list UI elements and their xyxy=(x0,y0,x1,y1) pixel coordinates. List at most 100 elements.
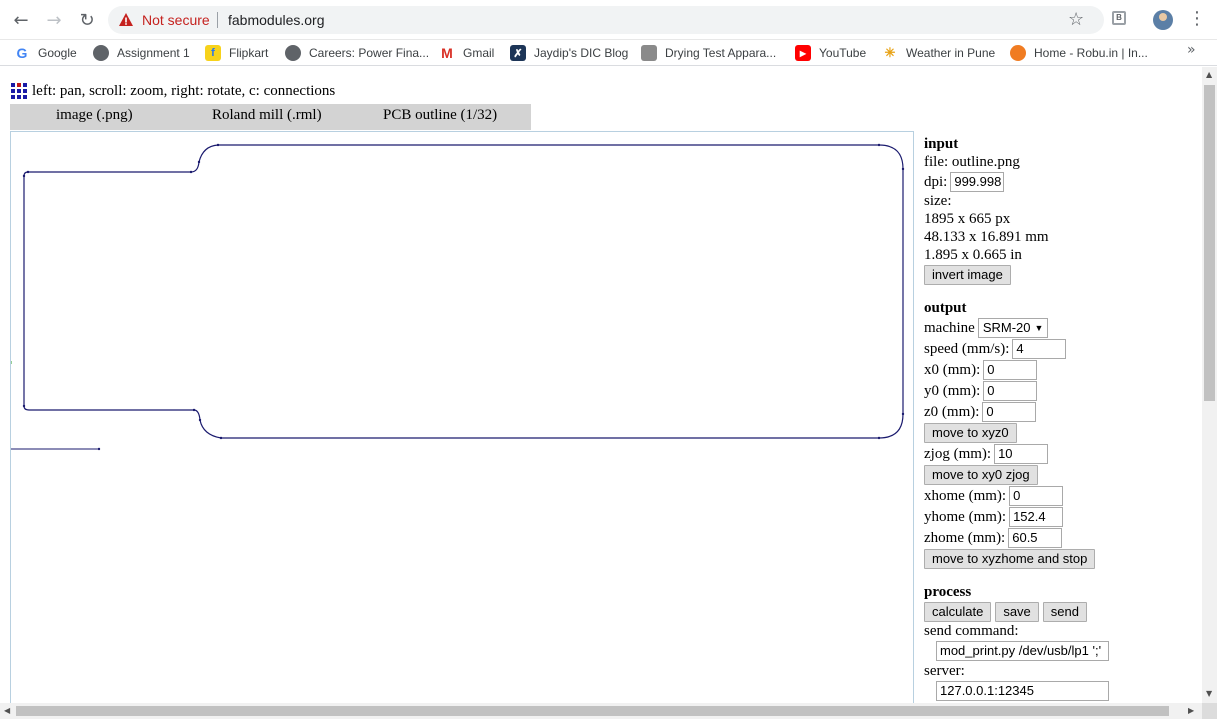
output-heading: output xyxy=(924,300,967,316)
dpi-input[interactable]: 999.998 xyxy=(950,171,1005,192)
size-in: 1.895 x 0.665 in xyxy=(924,247,1022,263)
scroll-right-icon[interactable]: ▶ xyxy=(1188,706,1194,715)
warning-icon xyxy=(119,13,133,26)
machine-select[interactable]: SRM-20 ▼ xyxy=(977,317,1049,338)
z0-row: z0 (mm): 0 xyxy=(924,401,1194,422)
address-bar[interactable]: Not secure fabmodules.org ☆ xyxy=(108,6,1104,34)
reload-icon[interactable]: ↻ xyxy=(75,8,99,32)
not-secure-label[interactable]: Not secure xyxy=(142,12,210,28)
yhome-row: yhome (mm): 152.4 xyxy=(924,506,1194,527)
weather-icon: ✳ xyxy=(884,45,896,60)
bookmark-flipkart[interactable]: f Flipkart xyxy=(205,44,268,62)
tab-pcb-outline[interactable]: PCB outline (1/32) xyxy=(383,107,497,124)
save-button[interactable]: save xyxy=(995,601,1039,622)
bookmark-label: Drying Test Appara... xyxy=(665,46,777,60)
bookmark-blog[interactable]: ✗ Jaydip's DIC Blog xyxy=(510,44,628,62)
vertical-scrollbar[interactable]: ▲ ▼ xyxy=(1202,67,1217,703)
bookmark-careers[interactable]: Careers: Power Fina... xyxy=(285,44,429,62)
send-command-label: send command: xyxy=(924,623,1019,639)
move-to-xyzhome-button[interactable]: move to xyzhome and stop xyxy=(924,548,1096,569)
vertical-scroll-thumb[interactable] xyxy=(1204,85,1215,401)
tab-roland-mill[interactable]: Roland mill (.rml) xyxy=(212,107,322,124)
module-tabs: image (.png) Roland mill (.rml) PCB outl… xyxy=(10,104,531,130)
y0-label: y0 (mm): xyxy=(924,382,981,399)
x0-input[interactable]: 0 xyxy=(983,359,1038,380)
calculate-button[interactable]: calculate xyxy=(924,601,992,622)
forward-arrow-icon[interactable]: → xyxy=(42,8,66,32)
bookmarks-bar: G Google Assignment 1 f Flipkart Careers… xyxy=(0,40,1217,66)
y0-input[interactable]: 0 xyxy=(983,380,1038,401)
yhome-label: yhome (mm): xyxy=(924,508,1007,525)
toolpath-points xyxy=(22,143,905,440)
zjog-row: zjog (mm): 10 xyxy=(924,443,1194,464)
menu-dots-icon[interactable]: ⋮ xyxy=(1188,8,1206,29)
speed-label: speed (mm/s): xyxy=(924,340,1010,357)
bookmark-label: Flipkart xyxy=(229,46,269,60)
horizontal-scroll-thumb[interactable] xyxy=(16,706,1169,716)
size-mm: 48.133 x 16.891 mm xyxy=(924,229,1049,245)
send-command-input[interactable]: mod_print.py /dev/usb/lp1 ';' xyxy=(936,641,1109,661)
back-arrow-icon[interactable]: ← xyxy=(9,8,33,32)
hint-text: left: pan, scroll: zoom, right: rotate, … xyxy=(32,82,336,99)
yhome-input[interactable]: 152.4 xyxy=(1009,506,1064,527)
extension-icon[interactable]: B xyxy=(1112,11,1126,25)
x0-row: x0 (mm): 0 xyxy=(924,359,1194,380)
move-to-xy0-zjog-button[interactable]: move to xy0 zjog xyxy=(924,464,1038,485)
server-label: server: xyxy=(924,663,965,679)
speed-input[interactable]: 4 xyxy=(1012,338,1067,359)
globe-icon xyxy=(93,45,109,61)
separator xyxy=(217,12,218,28)
process-heading: process xyxy=(924,584,972,600)
size-px: 1895 x 665 px xyxy=(924,211,1011,227)
z0-label: z0 (mm): xyxy=(924,403,980,420)
bookmark-label: Home - Robu.in | In... xyxy=(1034,46,1148,60)
horizontal-scrollbar[interactable]: ◀ ▶ xyxy=(0,703,1202,719)
send-button[interactable]: send xyxy=(1042,601,1087,622)
bookmark-label: Assignment 1 xyxy=(117,46,190,60)
blog-icon: ✗ xyxy=(510,45,526,61)
file-name: file: outline.png xyxy=(924,154,1020,170)
bookmark-weather[interactable]: ✳ Weather in Pune xyxy=(882,44,996,62)
zhome-label: zhome (mm): xyxy=(924,529,1006,546)
zhome-row: zhome (mm): 60.5 xyxy=(924,527,1194,548)
bookmark-label: Gmail xyxy=(463,46,495,60)
bookmark-assignment[interactable]: Assignment 1 xyxy=(93,44,190,62)
z0-input[interactable]: 0 xyxy=(982,401,1037,422)
zjog-input[interactable]: 10 xyxy=(994,443,1049,464)
move-to-xyz0-button[interactable]: move to xyz0 xyxy=(924,422,1017,443)
xhome-input[interactable]: 0 xyxy=(1009,485,1064,506)
controls-hint: left: pan, scroll: zoom, right: rotate, … xyxy=(10,81,335,101)
dropdown-arrow-icon: ▼ xyxy=(1034,322,1044,333)
url-text[interactable]: fabmodules.org xyxy=(228,12,325,28)
y0-row: y0 (mm): 0 xyxy=(924,380,1194,401)
tab-image[interactable]: image (.png) xyxy=(56,107,133,124)
robu-icon xyxy=(1010,45,1026,61)
bookmark-label: Jaydip's DIC Blog xyxy=(534,46,629,60)
invert-image-button[interactable]: invert image xyxy=(924,264,1011,285)
bookmark-label: YouTube xyxy=(819,46,867,60)
xhome-label: xhome (mm): xyxy=(924,487,1007,504)
avatar[interactable] xyxy=(1153,10,1173,30)
zhome-input[interactable]: 60.5 xyxy=(1008,527,1063,548)
image-icon xyxy=(641,45,657,61)
bookmark-gmail[interactable]: M Gmail xyxy=(439,44,494,62)
bookmark-google[interactable]: G Google xyxy=(14,44,77,62)
bookmark-label: Weather in Pune xyxy=(906,46,996,60)
bookmark-star-icon[interactable]: ☆ xyxy=(1068,9,1084,30)
more-bookmarks-icon[interactable]: » xyxy=(1187,42,1196,58)
google-icon: G xyxy=(16,45,28,61)
flipkart-icon: f xyxy=(205,45,221,61)
bookmark-youtube[interactable]: ▶ YouTube xyxy=(795,44,866,62)
bookmark-robu[interactable]: Home - Robu.in | In... xyxy=(1010,44,1148,62)
youtube-icon: ▶ xyxy=(795,45,811,61)
toolpath-canvas[interactable] xyxy=(10,131,914,703)
scroll-left-icon[interactable]: ◀ xyxy=(4,706,10,715)
input-heading: input xyxy=(924,136,959,152)
speed-row: speed (mm/s): 4 xyxy=(924,338,1194,359)
bookmark-drying[interactable]: Drying Test Appara... xyxy=(641,44,776,62)
toolpath-outline xyxy=(23,144,904,439)
scrollbar-corner xyxy=(1202,703,1217,719)
server-input[interactable]: 127.0.0.1:12345 xyxy=(936,681,1109,701)
scroll-down-icon[interactable]: ▼ xyxy=(1206,689,1212,698)
scroll-up-icon[interactable]: ▲ xyxy=(1206,70,1212,79)
